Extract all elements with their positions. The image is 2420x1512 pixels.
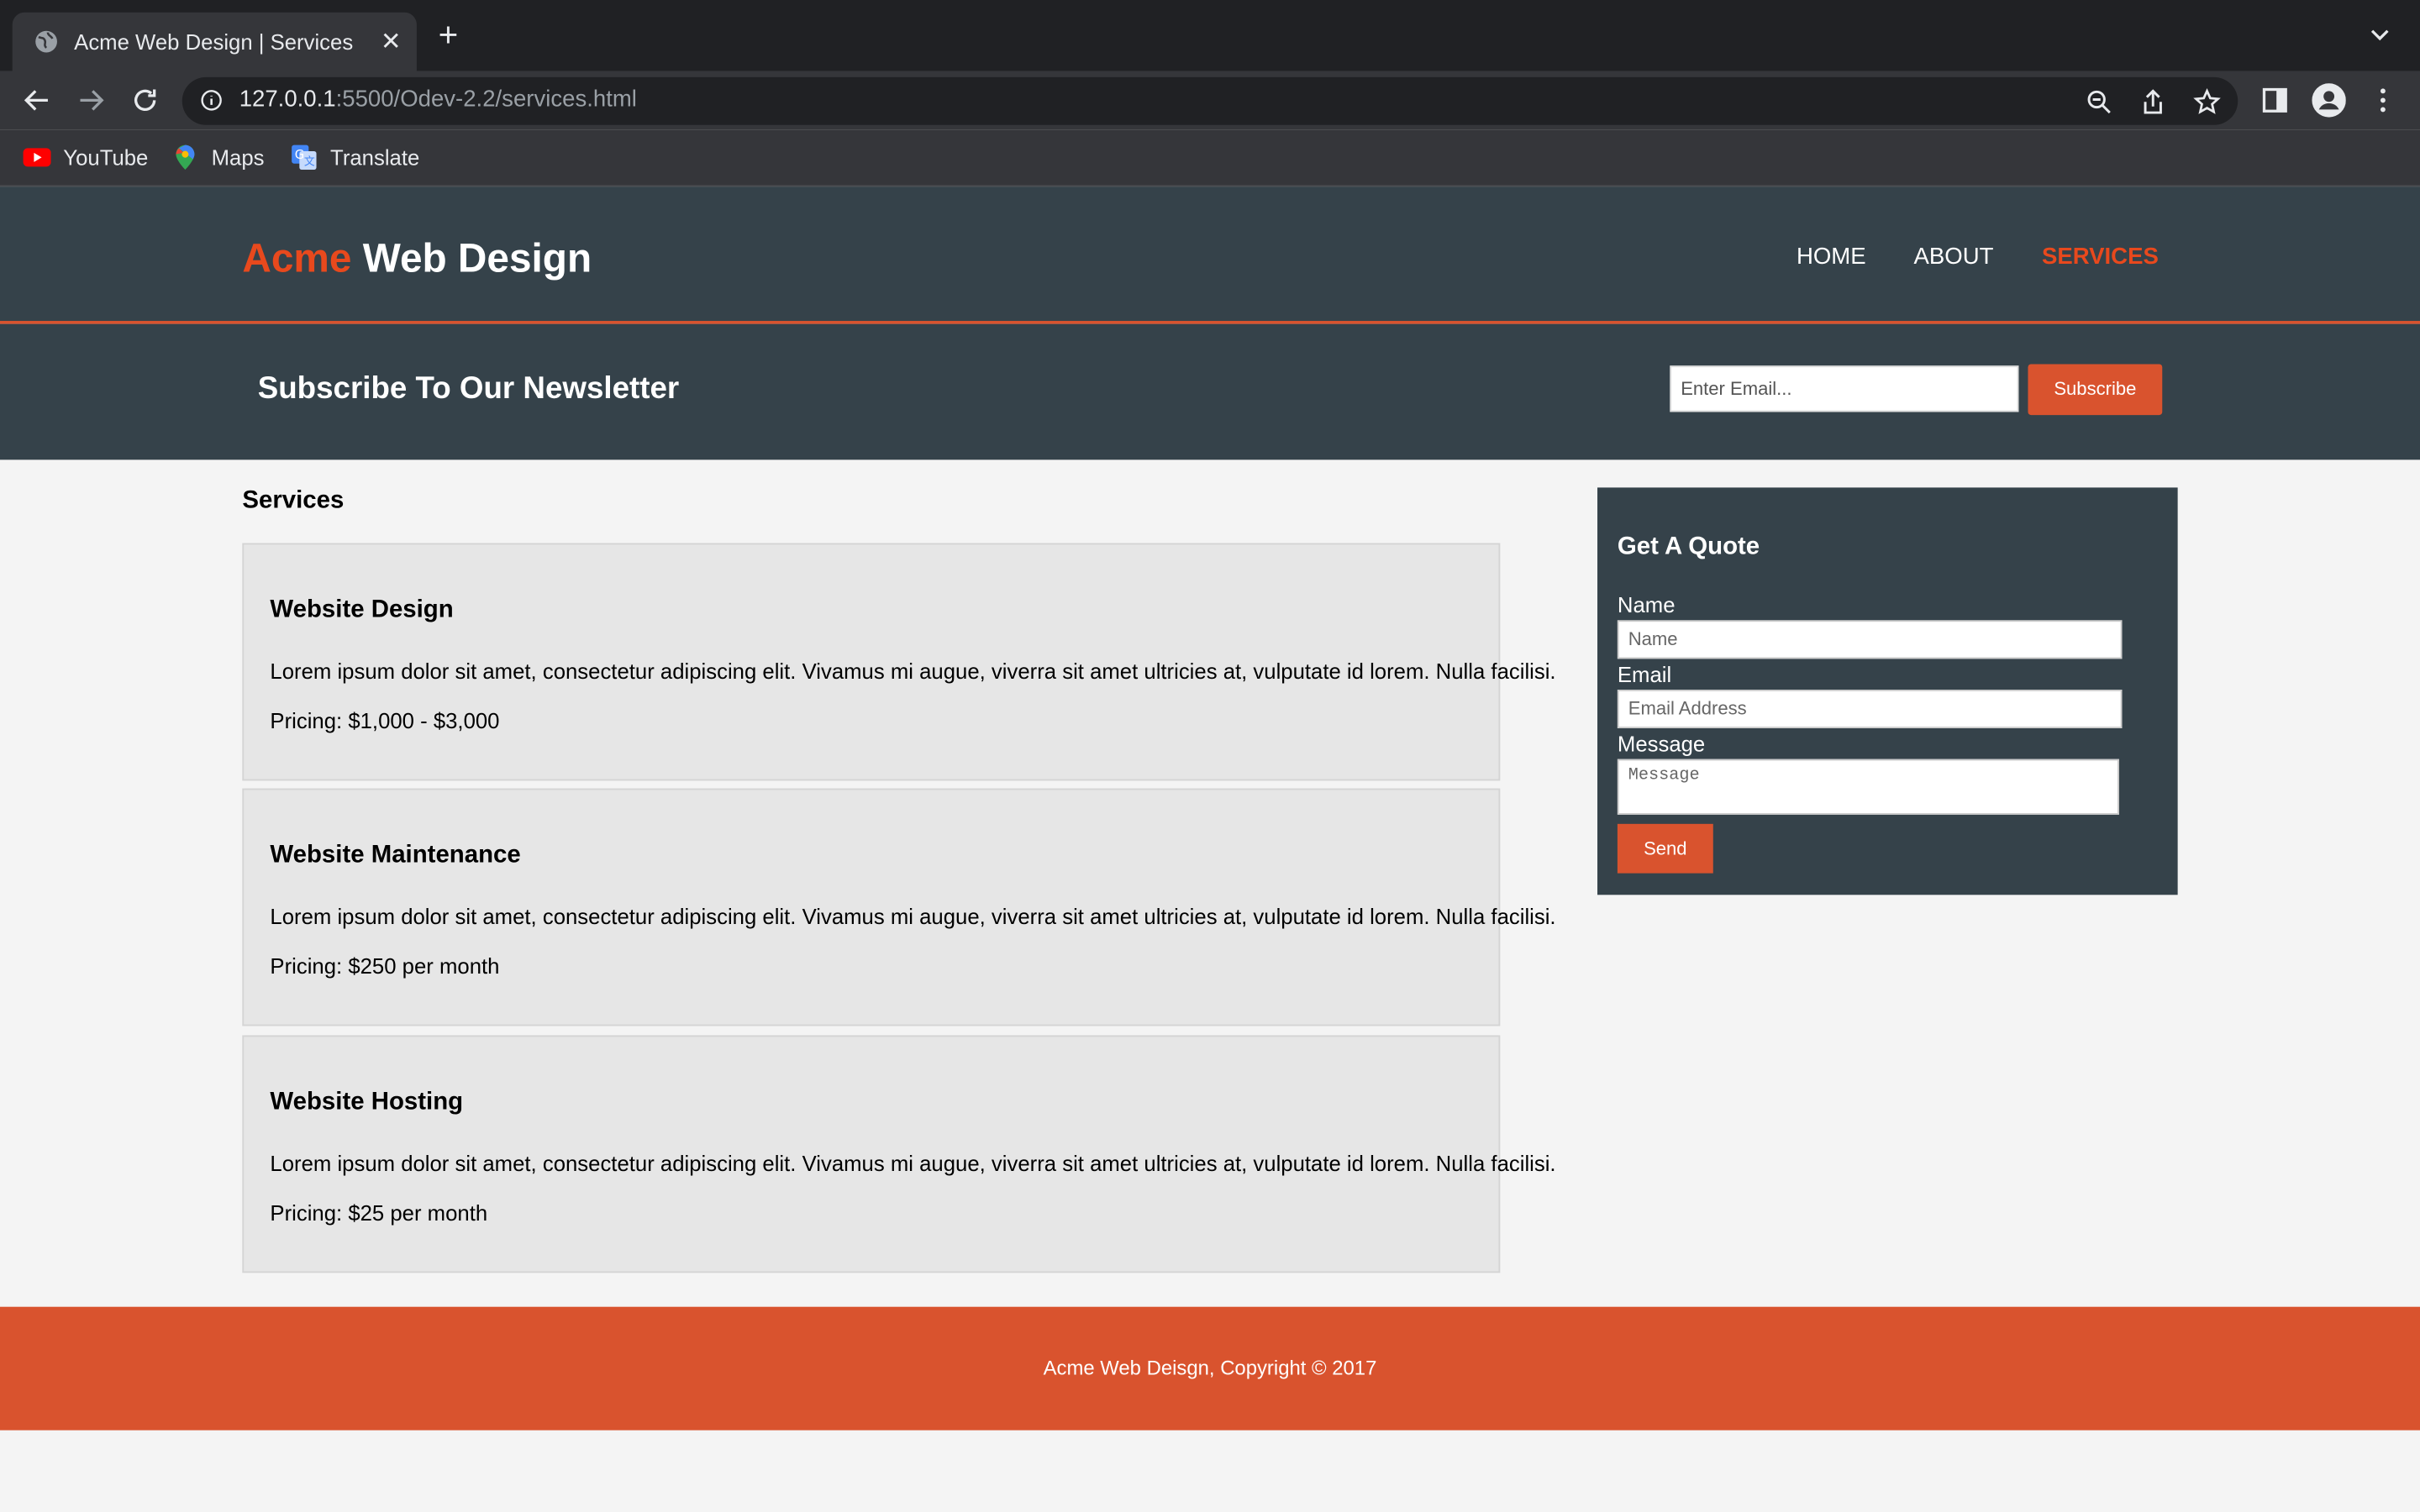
tab-title: Acme Web Design | Services [74, 29, 354, 55]
service-description: Lorem ipsum dolor sit amet, consectetur … [270, 1151, 1556, 1176]
browser-tabstrip: Acme Web Design | Services ✕ + [0, 0, 2420, 71]
forward-icon[interactable] [77, 87, 105, 114]
chevron-down-icon[interactable] [2368, 22, 2392, 46]
bookmark-youtube[interactable]: YouTube [23, 144, 149, 171]
quote-title: Get A Quote [1617, 533, 1760, 560]
email-input[interactable]: Email Address [1617, 690, 2123, 728]
site-header: Acme Web Design HOME ABOUT SERVICES [0, 186, 2420, 324]
service-description: Lorem ipsum dolor sit amet, consectetur … [270, 904, 1556, 929]
name-label: Name [1617, 592, 1676, 617]
svg-text:文: 文 [304, 156, 315, 169]
newsletter-email-input[interactable]: Enter Email... [1670, 365, 2019, 412]
url-host: 127.0.0.1 [239, 86, 336, 113]
bookmarks-bar: YouTube Maps G文 Translate [0, 129, 2420, 187]
side-panel-icon[interactable] [2261, 87, 2289, 114]
browser-toolbar: 127.0.0.1:5500/Odev-2.2/services.html [0, 71, 2420, 130]
profile-avatar-icon[interactable] [2312, 83, 2346, 118]
bookmark-star-icon[interactable] [2193, 88, 2221, 116]
newsletter-title: Subscribe To Our Newsletter [257, 371, 680, 407]
service-price: Pricing: $1,000 - $3,000 [270, 708, 500, 733]
newsletter-section: Subscribe To Our Newsletter Enter Email.… [0, 323, 2420, 460]
address-bar[interactable]: 127.0.0.1:5500/Odev-2.2/services.html [182, 76, 2238, 125]
message-textarea[interactable]: Message [1617, 759, 2119, 815]
site-logo[interactable]: Acme Web Design [242, 234, 592, 282]
bookmark-label: Maps [211, 144, 265, 171]
bookmark-label: YouTube [63, 144, 149, 171]
service-description: Lorem ipsum dolor sit amet, consectetur … [270, 659, 1556, 684]
service-card: Website Hosting Lorem ipsum dolor sit am… [242, 1035, 1556, 1273]
quote-form: Get A Quote Name Name Email Email Addres… [1597, 487, 2178, 895]
reload-icon[interactable] [131, 87, 159, 114]
share-icon[interactable] [2139, 88, 2167, 116]
maps-icon [176, 144, 195, 171]
youtube-icon [23, 148, 51, 167]
site-footer: Acme Web Deisgn, Copyright © 2017 [0, 1306, 2420, 1431]
email-label: Email [1617, 661, 1672, 687]
service-price: Pricing: $250 per month [270, 953, 500, 979]
subscribe-button[interactable]: Subscribe [2028, 364, 2163, 416]
new-tab-icon[interactable]: + [439, 18, 459, 52]
kebab-menu-icon[interactable] [2369, 87, 2396, 114]
svg-text:G: G [295, 148, 304, 162]
service-name: Website Design [270, 596, 454, 624]
service-card: Website Maintenance Lorem ipsum dolor si… [242, 788, 1556, 1026]
zoom-icon[interactable] [2085, 88, 2112, 116]
browser-tab[interactable]: Acme Web Design | Services ✕ [12, 12, 417, 71]
service-name: Website Hosting [270, 1089, 464, 1116]
name-input[interactable]: Name [1617, 620, 2123, 659]
back-icon[interactable] [24, 87, 51, 114]
bookmark-translate[interactable]: G文 Translate [290, 144, 419, 171]
service-name: Website Maintenance [270, 842, 521, 869]
service-card: Website Design Lorem ipsum dolor sit ame… [242, 543, 1556, 781]
footer-copyright: Acme Web Deisgn, Copyright © 2017 [1043, 1356, 1377, 1380]
url-text[interactable]: 127.0.0.1:5500/Odev-2.2/services.html [239, 87, 637, 113]
send-button[interactable]: Send [1617, 823, 1713, 874]
nav-about[interactable]: ABOUT [1914, 244, 1994, 270]
globe-icon [35, 30, 57, 53]
translate-icon: G文 [292, 144, 317, 171]
services-title: Services [242, 487, 345, 514]
url-path: :5500/Odev-2.2/services.html [335, 86, 637, 113]
bookmark-label: Translate [330, 144, 420, 171]
message-label: Message [1617, 731, 1706, 757]
close-tab-icon[interactable]: ✕ [381, 26, 402, 57]
service-price: Pricing: $25 per month [270, 1200, 488, 1226]
nav-home[interactable]: HOME [1797, 244, 1866, 270]
nav-services[interactable]: SERVICES [2042, 244, 2159, 270]
logo-highlight: Acme [242, 234, 352, 281]
bookmark-maps[interactable]: Maps [171, 144, 265, 171]
info-icon[interactable] [201, 90, 223, 112]
logo-text: Web Design [351, 234, 592, 281]
